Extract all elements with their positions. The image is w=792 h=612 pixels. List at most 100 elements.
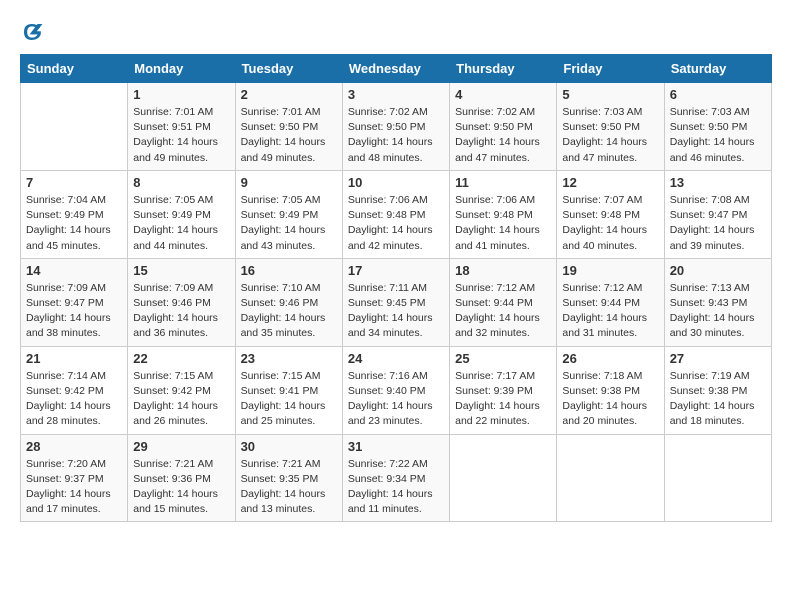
day-cell <box>21 83 128 171</box>
day-cell: 9 Sunrise: 7:05 AM Sunset: 9:49 PM Daylig… <box>235 170 342 258</box>
day-cell: 28 Sunrise: 7:20 AM Sunset: 9:37 PM Dayli… <box>21 434 128 522</box>
day-number: 6 <box>670 87 766 102</box>
day-number: 29 <box>133 439 229 454</box>
day-info: Sunrise: 7:12 AM Sunset: 9:44 PM Dayligh… <box>455 281 551 342</box>
day-number: 23 <box>241 351 337 366</box>
day-info: Sunrise: 7:13 AM Sunset: 9:43 PM Dayligh… <box>670 281 766 342</box>
day-cell: 5 Sunrise: 7:03 AM Sunset: 9:50 PM Daylig… <box>557 83 664 171</box>
day-number: 13 <box>670 175 766 190</box>
day-info: Sunrise: 7:12 AM Sunset: 9:44 PM Dayligh… <box>562 281 658 342</box>
day-number: 16 <box>241 263 337 278</box>
day-cell: 20 Sunrise: 7:13 AM Sunset: 9:43 PM Dayli… <box>664 258 771 346</box>
day-cell: 26 Sunrise: 7:18 AM Sunset: 9:38 PM Dayli… <box>557 346 664 434</box>
day-info: Sunrise: 7:01 AM Sunset: 9:51 PM Dayligh… <box>133 105 229 166</box>
day-cell <box>450 434 557 522</box>
day-number: 18 <box>455 263 551 278</box>
day-number: 1 <box>133 87 229 102</box>
day-info: Sunrise: 7:21 AM Sunset: 9:36 PM Dayligh… <box>133 457 229 518</box>
day-number: 10 <box>348 175 444 190</box>
header-row: SundayMondayTuesdayWednesdayThursdayFrid… <box>21 55 772 83</box>
day-number: 26 <box>562 351 658 366</box>
day-number: 28 <box>26 439 122 454</box>
day-info: Sunrise: 7:08 AM Sunset: 9:47 PM Dayligh… <box>670 193 766 254</box>
header <box>20 20 772 44</box>
header-cell-monday: Monday <box>128 55 235 83</box>
day-cell: 6Sunrise: 7:03 AM Sunset: 9:50 PM Daylig… <box>664 83 771 171</box>
day-cell: 30 Sunrise: 7:21 AM Sunset: 9:35 PM Dayli… <box>235 434 342 522</box>
day-cell: 16 Sunrise: 7:10 AM Sunset: 9:46 PM Dayli… <box>235 258 342 346</box>
day-info: Sunrise: 7:22 AM Sunset: 9:34 PM Dayligh… <box>348 457 444 518</box>
day-number: 15 <box>133 263 229 278</box>
day-info: Sunrise: 7:10 AM Sunset: 9:46 PM Dayligh… <box>241 281 337 342</box>
day-number: 9 <box>241 175 337 190</box>
day-number: 20 <box>670 263 766 278</box>
day-info: Sunrise: 7:15 AM Sunset: 9:41 PM Dayligh… <box>241 369 337 430</box>
day-info: Sunrise: 7:06 AM Sunset: 9:48 PM Dayligh… <box>348 193 444 254</box>
day-info: Sunrise: 7:02 AM Sunset: 9:50 PM Dayligh… <box>348 105 444 166</box>
day-cell: 23 Sunrise: 7:15 AM Sunset: 9:41 PM Dayli… <box>235 346 342 434</box>
logo-icon <box>20 20 44 44</box>
day-cell: 31Sunrise: 7:22 AM Sunset: 9:34 PM Dayli… <box>342 434 449 522</box>
day-cell: 29 Sunrise: 7:21 AM Sunset: 9:36 PM Dayli… <box>128 434 235 522</box>
day-cell: 4 Sunrise: 7:02 AM Sunset: 9:50 PM Daylig… <box>450 83 557 171</box>
day-info: Sunrise: 7:02 AM Sunset: 9:50 PM Dayligh… <box>455 105 551 166</box>
header-cell-friday: Friday <box>557 55 664 83</box>
day-number: 25 <box>455 351 551 366</box>
header-cell-saturday: Saturday <box>664 55 771 83</box>
day-number: 22 <box>133 351 229 366</box>
day-info: Sunrise: 7:06 AM Sunset: 9:48 PM Dayligh… <box>455 193 551 254</box>
day-number: 7 <box>26 175 122 190</box>
day-cell: 19Sunrise: 7:12 AM Sunset: 9:44 PM Dayli… <box>557 258 664 346</box>
day-number: 14 <box>26 263 122 278</box>
day-info: Sunrise: 7:17 AM Sunset: 9:39 PM Dayligh… <box>455 369 551 430</box>
day-info: Sunrise: 7:11 AM Sunset: 9:45 PM Dayligh… <box>348 281 444 342</box>
day-cell <box>664 434 771 522</box>
day-info: Sunrise: 7:14 AM Sunset: 9:42 PM Dayligh… <box>26 369 122 430</box>
day-cell: 15 Sunrise: 7:09 AM Sunset: 9:46 PM Dayli… <box>128 258 235 346</box>
day-cell: 13 Sunrise: 7:08 AM Sunset: 9:47 PM Dayli… <box>664 170 771 258</box>
day-info: Sunrise: 7:03 AM Sunset: 9:50 PM Dayligh… <box>562 105 658 166</box>
week-row-1: 1 Sunrise: 7:01 AM Sunset: 9:51 PM Daylig… <box>21 83 772 171</box>
day-number: 4 <box>455 87 551 102</box>
day-number: 27 <box>670 351 766 366</box>
day-info: Sunrise: 7:05 AM Sunset: 9:49 PM Dayligh… <box>241 193 337 254</box>
header-cell-thursday: Thursday <box>450 55 557 83</box>
day-info: Sunrise: 7:18 AM Sunset: 9:38 PM Dayligh… <box>562 369 658 430</box>
day-cell: 27 Sunrise: 7:19 AM Sunset: 9:38 PM Dayli… <box>664 346 771 434</box>
day-number: 12 <box>562 175 658 190</box>
day-cell: 11Sunrise: 7:06 AM Sunset: 9:48 PM Dayli… <box>450 170 557 258</box>
day-cell: 8 Sunrise: 7:05 AM Sunset: 9:49 PM Daylig… <box>128 170 235 258</box>
day-info: Sunrise: 7:21 AM Sunset: 9:35 PM Dayligh… <box>241 457 337 518</box>
day-cell: 22 Sunrise: 7:15 AM Sunset: 9:42 PM Dayli… <box>128 346 235 434</box>
logo <box>20 20 48 44</box>
calendar-table: SundayMondayTuesdayWednesdayThursdayFrid… <box>20 54 772 522</box>
day-number: 8 <box>133 175 229 190</box>
week-row-2: 7 Sunrise: 7:04 AM Sunset: 9:49 PM Daylig… <box>21 170 772 258</box>
day-info: Sunrise: 7:20 AM Sunset: 9:37 PM Dayligh… <box>26 457 122 518</box>
day-number: 2 <box>241 87 337 102</box>
day-number: 24 <box>348 351 444 366</box>
day-cell: 7 Sunrise: 7:04 AM Sunset: 9:49 PM Daylig… <box>21 170 128 258</box>
day-cell: 3 Sunrise: 7:02 AM Sunset: 9:50 PM Daylig… <box>342 83 449 171</box>
day-info: Sunrise: 7:07 AM Sunset: 9:48 PM Dayligh… <box>562 193 658 254</box>
day-number: 30 <box>241 439 337 454</box>
day-number: 21 <box>26 351 122 366</box>
day-cell: 14Sunrise: 7:09 AM Sunset: 9:47 PM Dayli… <box>21 258 128 346</box>
day-cell: 12 Sunrise: 7:07 AM Sunset: 9:48 PM Dayli… <box>557 170 664 258</box>
week-row-3: 14Sunrise: 7:09 AM Sunset: 9:47 PM Dayli… <box>21 258 772 346</box>
day-info: Sunrise: 7:15 AM Sunset: 9:42 PM Dayligh… <box>133 369 229 430</box>
header-cell-wednesday: Wednesday <box>342 55 449 83</box>
day-info: Sunrise: 7:19 AM Sunset: 9:38 PM Dayligh… <box>670 369 766 430</box>
day-cell: 24Sunrise: 7:16 AM Sunset: 9:40 PM Dayli… <box>342 346 449 434</box>
day-info: Sunrise: 7:04 AM Sunset: 9:49 PM Dayligh… <box>26 193 122 254</box>
day-number: 5 <box>562 87 658 102</box>
day-number: 17 <box>348 263 444 278</box>
week-row-5: 28 Sunrise: 7:20 AM Sunset: 9:37 PM Dayli… <box>21 434 772 522</box>
day-number: 3 <box>348 87 444 102</box>
day-cell: 1 Sunrise: 7:01 AM Sunset: 9:51 PM Daylig… <box>128 83 235 171</box>
day-info: Sunrise: 7:05 AM Sunset: 9:49 PM Dayligh… <box>133 193 229 254</box>
day-info: Sunrise: 7:09 AM Sunset: 9:46 PM Dayligh… <box>133 281 229 342</box>
header-cell-sunday: Sunday <box>21 55 128 83</box>
day-cell: 10 Sunrise: 7:06 AM Sunset: 9:48 PM Dayli… <box>342 170 449 258</box>
week-row-4: 21 Sunrise: 7:14 AM Sunset: 9:42 PM Dayli… <box>21 346 772 434</box>
